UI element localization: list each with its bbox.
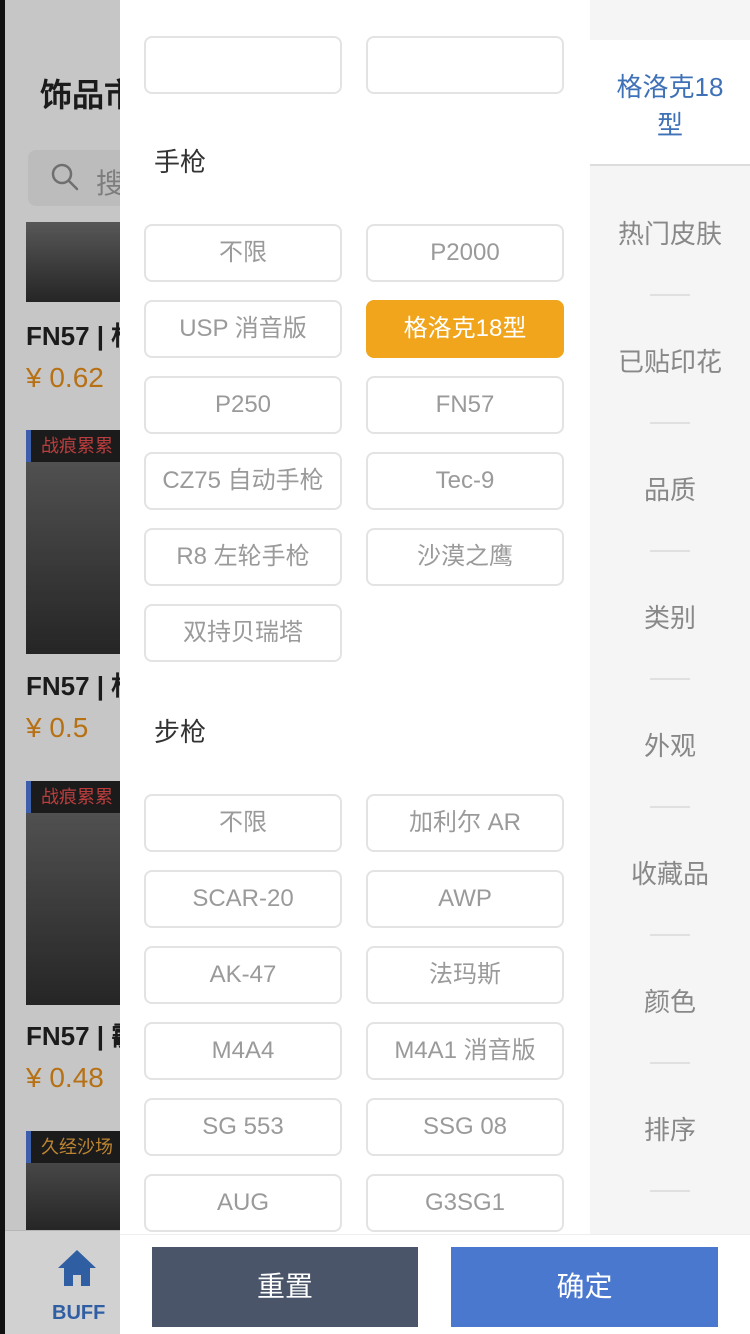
- filter-options: 手枪 不限 P2000 USP 消音版 格洛克18型 P250 FN57 CZ7…: [120, 0, 590, 1234]
- sidebar-item-hot-skins[interactable]: 热门皮肤: [590, 214, 750, 251]
- divider: [650, 1190, 690, 1192]
- screen-edge: [0, 0, 5, 1334]
- pistol-option[interactable]: R8 左轮手枪: [144, 528, 342, 586]
- rifle-option[interactable]: AUG: [144, 1174, 342, 1232]
- reset-button[interactable]: 重置: [152, 1247, 418, 1327]
- divider: [650, 550, 690, 552]
- filter-drawer: 手枪 不限 P2000 USP 消音版 格洛克18型 P250 FN57 CZ7…: [120, 0, 750, 1334]
- sidebar-item-label: 格洛克18型: [616, 72, 724, 140]
- sidebar-item-sort[interactable]: 排序: [590, 1110, 750, 1147]
- pistol-option[interactable]: 不限: [144, 224, 342, 282]
- section-title-rifle: 步枪: [154, 717, 207, 747]
- divider: [650, 294, 690, 296]
- divider: [650, 806, 690, 808]
- rifle-option[interactable]: SG 553: [144, 1098, 342, 1156]
- pistol-option[interactable]: P250: [144, 376, 342, 434]
- filter-option[interactable]: [144, 36, 342, 94]
- sidebar-item-color[interactable]: 颜色: [590, 982, 750, 1019]
- sidebar-item-stickers[interactable]: 已贴印花: [590, 342, 750, 379]
- section-title-pistol: 手枪: [154, 147, 207, 177]
- pistol-option[interactable]: P2000: [366, 224, 564, 282]
- action-bar: 重置 确定: [120, 1234, 750, 1334]
- divider: [650, 934, 690, 936]
- divider: [650, 422, 690, 424]
- rifle-option[interactable]: M4A1 消音版: [366, 1022, 564, 1080]
- pistol-option[interactable]: USP 消音版: [144, 300, 342, 358]
- sidebar-item-quality[interactable]: 品质: [590, 470, 750, 507]
- rifle-option[interactable]: AWP: [366, 870, 564, 928]
- sidebar-item-active[interactable]: 格洛克18型: [590, 40, 750, 166]
- confirm-button[interactable]: 确定: [451, 1247, 718, 1327]
- sidebar-item-collection[interactable]: 收藏品: [590, 854, 750, 891]
- rifle-option[interactable]: AK-47: [144, 946, 342, 1004]
- rifle-option[interactable]: M4A4: [144, 1022, 342, 1080]
- rifle-option[interactable]: SSG 08: [366, 1098, 564, 1156]
- sidebar-item-category[interactable]: 类别: [590, 598, 750, 635]
- category-sidebar: 格洛克18型 热门皮肤 已贴印花 品质 类别 外观 收藏品 颜色 排序: [590, 0, 750, 1234]
- rifle-option[interactable]: 加利尔 AR: [366, 794, 564, 852]
- rifle-option[interactable]: 法玛斯: [366, 946, 564, 1004]
- rifle-option[interactable]: G3SG1: [366, 1174, 564, 1232]
- sidebar-item-exterior[interactable]: 外观: [590, 726, 750, 763]
- filter-option[interactable]: [366, 36, 564, 94]
- pistol-option[interactable]: FN57: [366, 376, 564, 434]
- pistol-option-selected[interactable]: 格洛克18型: [366, 300, 564, 358]
- pistol-option[interactable]: Tec-9: [366, 452, 564, 510]
- pistol-option[interactable]: 双持贝瑞塔: [144, 604, 342, 662]
- divider: [650, 1062, 690, 1064]
- divider: [650, 678, 690, 680]
- pistol-option[interactable]: CZ75 自动手枪: [144, 452, 342, 510]
- pistol-option[interactable]: 沙漠之鹰: [366, 528, 564, 586]
- rifle-option[interactable]: SCAR-20: [144, 870, 342, 928]
- rifle-option[interactable]: 不限: [144, 794, 342, 852]
